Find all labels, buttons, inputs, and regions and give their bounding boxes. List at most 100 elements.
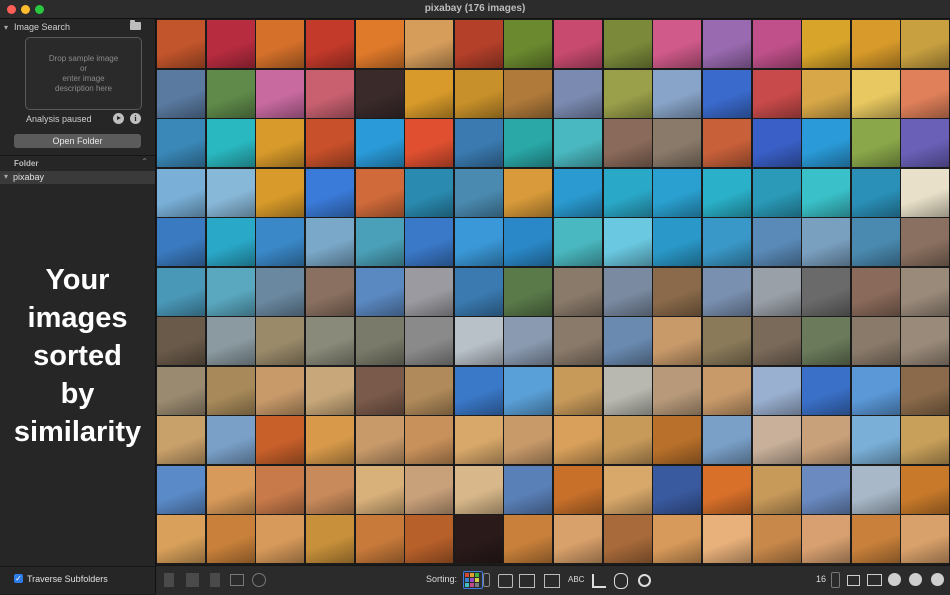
image-thumbnail[interactable] (653, 69, 702, 118)
image-thumbnail[interactable] (504, 20, 553, 68)
image-thumbnail[interactable] (405, 168, 454, 217)
image-thumbnail[interactable] (554, 515, 602, 563)
image-thumbnail[interactable] (702, 20, 751, 68)
image-thumbnail[interactable] (702, 366, 751, 415)
image-thumbnail[interactable] (851, 267, 900, 316)
sort-by-color-button[interactable] (463, 571, 483, 589)
image-thumbnail[interactable] (305, 69, 354, 118)
image-thumbnail[interactable] (752, 218, 801, 266)
image-thumbnail[interactable] (901, 119, 950, 167)
folder-section-header[interactable]: Folder ⌃ (0, 155, 155, 172)
image-thumbnail[interactable] (554, 119, 602, 167)
image-thumbnail[interactable] (554, 317, 602, 365)
image-thumbnail[interactable] (256, 515, 305, 563)
refresh-icon[interactable] (888, 573, 901, 586)
image-thumbnail[interactable] (454, 465, 503, 514)
image-thumbnail[interactable] (454, 218, 503, 266)
image-thumbnail[interactable] (206, 465, 255, 514)
image-thumbnail[interactable] (157, 515, 205, 563)
sort-by-date-icon[interactable] (519, 574, 535, 588)
image-thumbnail[interactable] (752, 416, 801, 464)
image-thumbnail[interactable] (901, 69, 950, 118)
image-thumbnail[interactable] (802, 515, 851, 563)
image-thumbnail[interactable] (305, 218, 354, 266)
image-search-header[interactable]: ▾ Image Search (4, 22, 70, 32)
image-thumbnail[interactable] (653, 267, 702, 316)
image-thumbnail[interactable] (554, 465, 602, 514)
image-thumbnail[interactable] (851, 416, 900, 464)
image-thumbnail[interactable] (504, 515, 553, 563)
image-thumbnail[interactable] (554, 69, 602, 118)
image-thumbnail[interactable] (256, 366, 305, 415)
image-thumbnail[interactable] (554, 168, 602, 217)
image-thumbnail[interactable] (901, 20, 950, 68)
info-icon[interactable]: i (130, 113, 141, 124)
image-thumbnail[interactable] (752, 69, 801, 118)
image-thumbnail[interactable] (653, 366, 702, 415)
image-dropzone[interactable]: Drop sample image or enter image descrip… (25, 37, 142, 110)
image-thumbnail[interactable] (702, 416, 751, 464)
image-thumbnail[interactable] (603, 515, 652, 563)
image-thumbnail[interactable] (702, 267, 751, 316)
image-thumbnail[interactable] (702, 69, 751, 118)
image-thumbnail[interactable] (355, 20, 404, 68)
sort-by-date-modified-icon[interactable] (544, 574, 560, 588)
image-thumbnail[interactable] (554, 218, 602, 266)
image-thumbnail[interactable] (454, 20, 503, 68)
image-thumbnail[interactable] (603, 366, 652, 415)
image-thumbnail[interactable] (752, 168, 801, 217)
image-thumbnail[interactable] (653, 465, 702, 514)
sort-stepper[interactable] (483, 573, 490, 587)
chevron-down-icon[interactable]: ▾ (4, 172, 8, 181)
image-thumbnail[interactable] (901, 416, 950, 464)
image-thumbnail[interactable] (405, 267, 454, 316)
image-thumbnail[interactable] (851, 69, 900, 118)
fit-thumbnails-icon[interactable] (847, 575, 860, 586)
image-thumbnail[interactable] (355, 317, 404, 365)
image-thumbnail[interactable] (752, 366, 801, 415)
image-thumbnail[interactable] (802, 218, 851, 266)
image-thumbnail[interactable] (901, 515, 950, 563)
image-thumbnail[interactable] (405, 218, 454, 266)
image-thumbnail[interactable] (157, 366, 205, 415)
image-thumbnail[interactable] (305, 515, 354, 563)
image-thumbnail[interactable] (702, 515, 751, 563)
image-thumbnail[interactable] (256, 465, 305, 514)
image-thumbnail[interactable] (355, 168, 404, 217)
image-thumbnail[interactable] (603, 317, 652, 365)
chevron-up-icon[interactable]: ⌃ (141, 157, 148, 166)
image-thumbnail[interactable] (454, 267, 503, 316)
trash-icon[interactable] (164, 573, 174, 587)
folder-move-icon[interactable] (186, 573, 199, 587)
image-thumbnail[interactable] (504, 317, 553, 365)
image-thumbnail[interactable] (206, 416, 255, 464)
image-thumbnail[interactable] (851, 465, 900, 514)
image-thumbnail[interactable] (504, 69, 553, 118)
fullscreen-icon[interactable] (867, 574, 882, 586)
image-thumbnail[interactable] (405, 416, 454, 464)
image-thumbnail[interactable] (454, 515, 503, 563)
image-thumbnail[interactable] (256, 267, 305, 316)
image-thumbnail[interactable] (901, 267, 950, 316)
image-thumbnail[interactable] (157, 69, 205, 118)
image-thumbnail[interactable] (901, 168, 950, 217)
image-thumbnail[interactable] (554, 416, 602, 464)
sort-by-name-button[interactable]: ABC (568, 575, 584, 584)
image-thumbnail[interactable] (653, 119, 702, 167)
image-thumbnail[interactable] (554, 20, 602, 68)
image-thumbnail[interactable] (206, 69, 255, 118)
image-thumbnail[interactable] (802, 69, 851, 118)
image-thumbnail[interactable] (305, 366, 354, 415)
image-thumbnail[interactable] (802, 317, 851, 365)
info-icon[interactable] (931, 573, 944, 586)
image-thumbnail[interactable] (653, 416, 702, 464)
image-thumbnail[interactable] (256, 69, 305, 118)
image-thumbnail[interactable] (305, 267, 354, 316)
image-thumbnail[interactable] (305, 168, 354, 217)
image-thumbnail[interactable] (851, 366, 900, 415)
image-thumbnail[interactable] (504, 366, 553, 415)
image-thumbnail[interactable] (504, 119, 553, 167)
image-thumbnail[interactable] (752, 267, 801, 316)
menu-icon[interactable] (909, 573, 922, 586)
image-thumbnail[interactable] (702, 168, 751, 217)
